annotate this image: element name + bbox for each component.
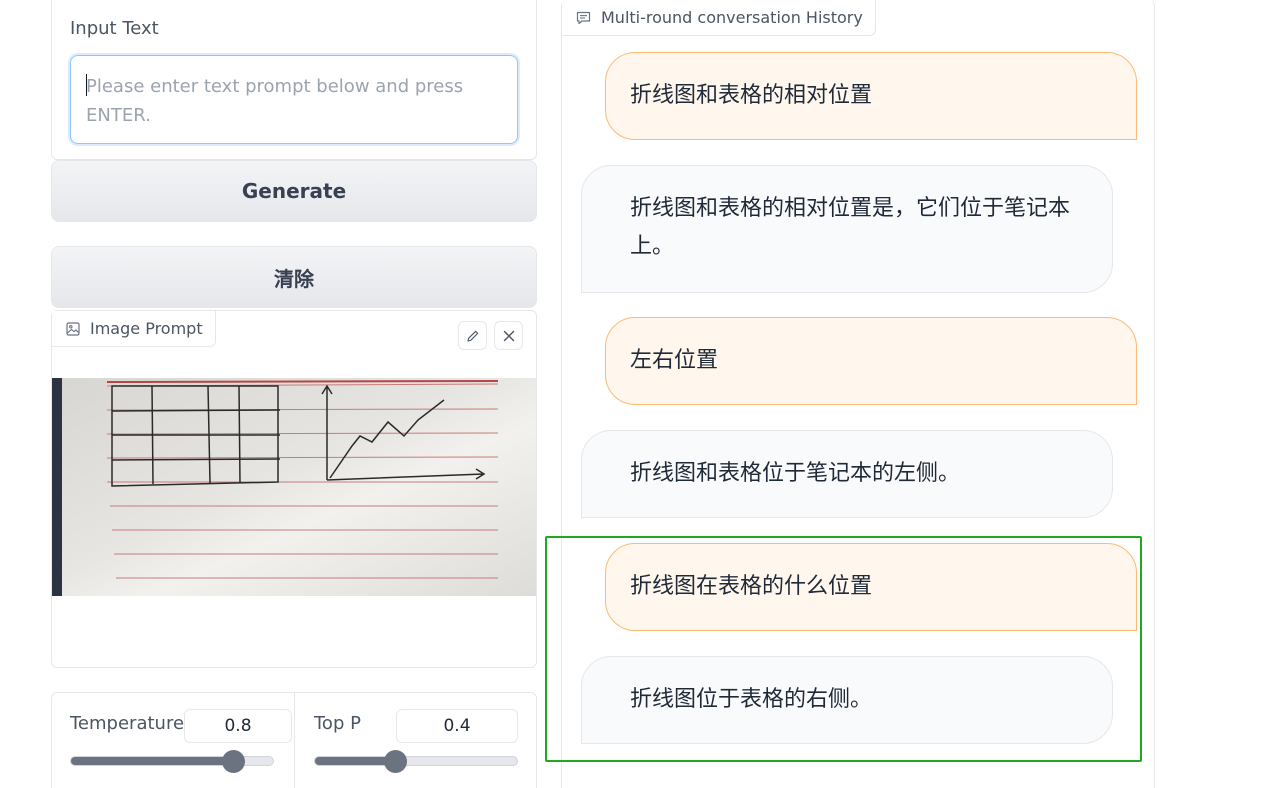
bot-message: 折线图和表格的相对位置是，它们位于笔记本上。 xyxy=(581,165,1113,293)
remove-image-button[interactable] xyxy=(494,321,523,350)
generation-params-panel: Temperature 0.8 Top P 0.4 xyxy=(51,692,537,788)
close-icon xyxy=(503,330,514,341)
pencil-icon xyxy=(466,330,478,342)
edit-image-button[interactable] xyxy=(458,321,487,350)
input-text-label: Input Text xyxy=(70,18,159,39)
user-message: 折线图在表格的什么位置 xyxy=(605,543,1137,631)
image-prompt-tab: Image Prompt xyxy=(52,311,216,347)
temperature-slider-thumb[interactable] xyxy=(221,750,245,773)
chat-icon xyxy=(576,11,591,24)
image-prompt-label: Image Prompt xyxy=(90,319,203,338)
user-message: 左右位置 xyxy=(605,317,1137,405)
text-prompt-input[interactable]: Please enter text prompt below and press… xyxy=(70,55,518,144)
temperature-label: Temperature xyxy=(70,713,185,734)
conversation-history-tab: Multi-round conversation History xyxy=(562,0,876,36)
image-prompt-photo xyxy=(52,378,536,596)
image-icon xyxy=(66,321,80,336)
temperature-slider-fill xyxy=(71,757,233,765)
top-p-input[interactable]: 0.4 xyxy=(396,709,518,743)
conversation-history-label: Multi-round conversation History xyxy=(601,8,863,27)
image-prompt-panel: Image Prompt xyxy=(51,310,537,668)
conversation-history-panel: Multi-round conversation History 折线图和表格的… xyxy=(561,0,1155,788)
bot-message: 折线图和表格位于笔记本的左侧。 xyxy=(581,430,1113,518)
top-p-label: Top P xyxy=(314,713,361,734)
top-p-slider-track[interactable] xyxy=(314,756,518,766)
bot-message: 折线图位于表格的右侧。 xyxy=(581,656,1113,744)
user-message: 折线图和表格的相对位置 xyxy=(605,52,1137,140)
text-caret xyxy=(86,74,87,96)
params-divider xyxy=(294,693,295,788)
input-text-panel: Input Text Please enter text prompt belo… xyxy=(51,0,537,160)
generate-button[interactable]: Generate xyxy=(51,160,537,222)
temperature-input[interactable]: 0.8 xyxy=(184,709,292,743)
top-p-slider-thumb[interactable] xyxy=(384,750,408,773)
clear-button[interactable]: 清除 xyxy=(51,246,537,308)
text-prompt-placeholder: Please enter text prompt below and press… xyxy=(86,76,464,126)
